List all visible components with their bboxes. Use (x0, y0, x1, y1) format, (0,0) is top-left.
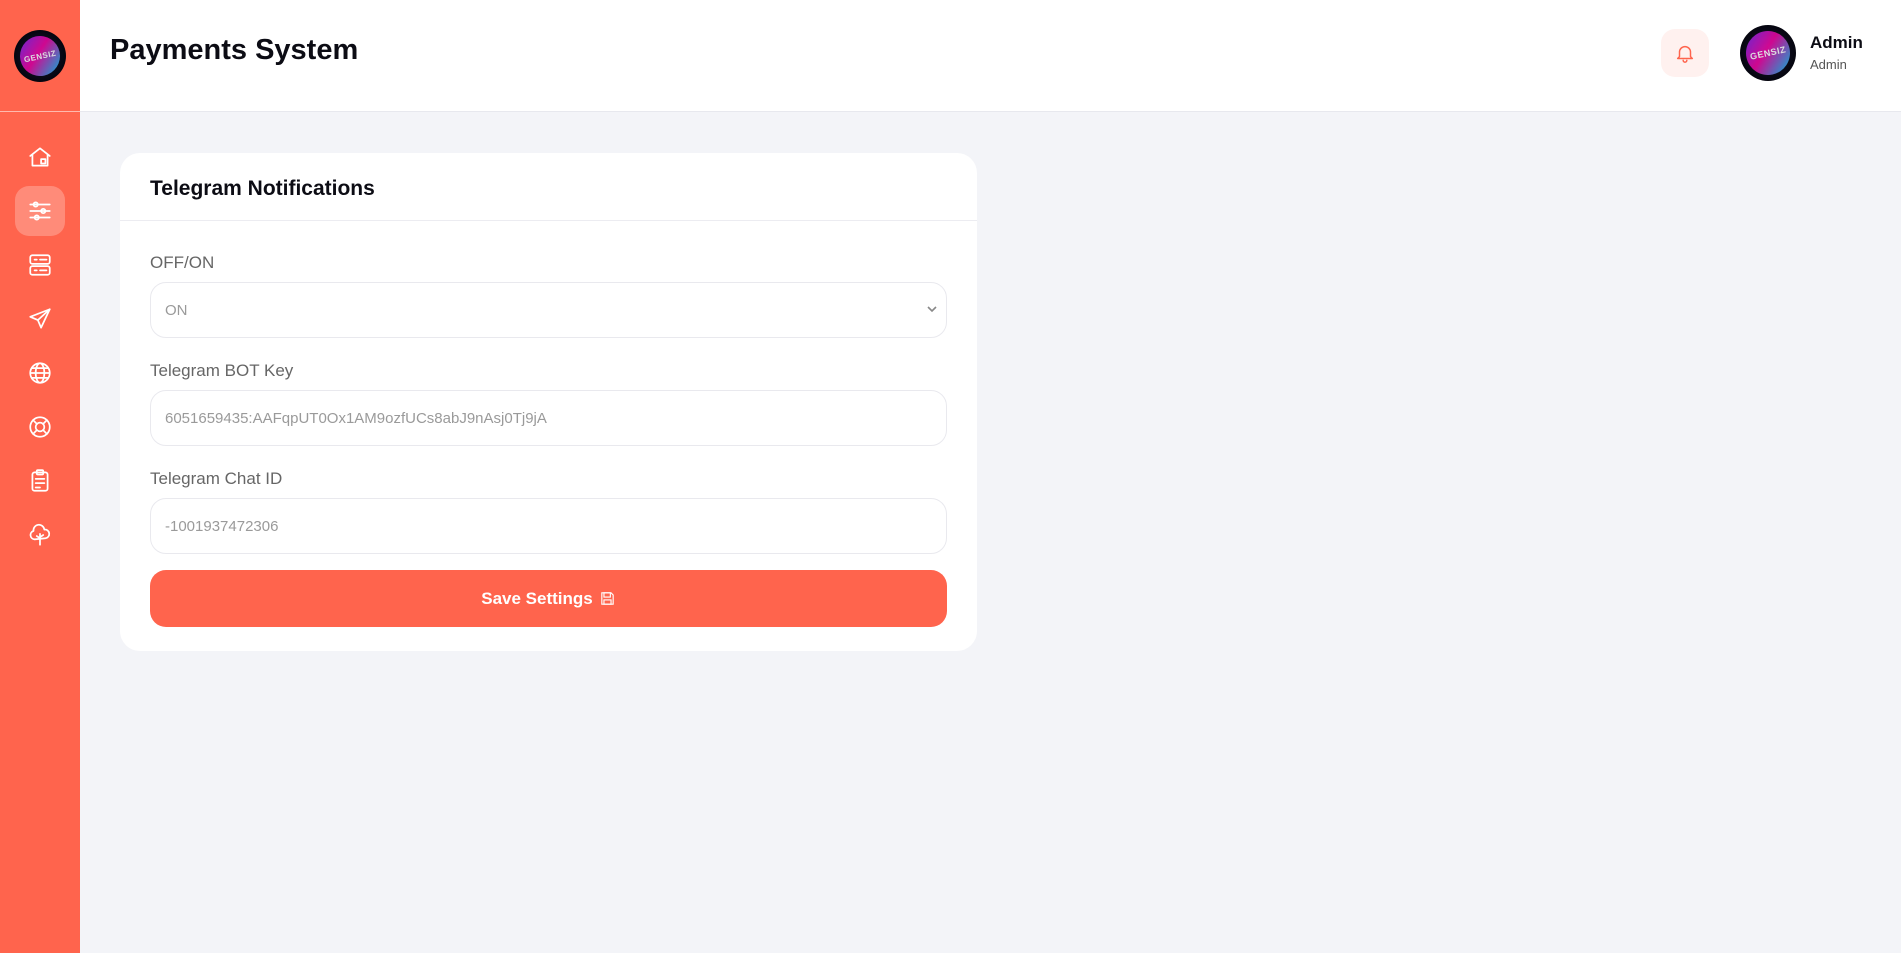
status-select-value: ON (165, 301, 188, 319)
sidebar-item-reports[interactable] (15, 456, 65, 506)
bot-key-label: Telegram BOT Key (150, 361, 294, 380)
server-icon (29, 254, 51, 276)
top-bar: Payments System GENSIZ Admin Admin (80, 0, 1901, 112)
logo[interactable]: GENSIZ (14, 29, 66, 82)
avatar-image: GENSIZ (1741, 26, 1795, 80)
user-role: Admin (1810, 57, 1847, 72)
status-select[interactable]: ON (150, 282, 947, 338)
sidebar-item-servers[interactable] (15, 240, 65, 290)
bell-icon (1676, 45, 1694, 63)
chat-id-label: Telegram Chat ID (150, 469, 283, 488)
avatar[interactable]: GENSIZ (1740, 25, 1796, 81)
card-title: Telegram Notifications (150, 177, 375, 200)
save-settings-label: Save Settings (481, 588, 593, 608)
telegram-settings-card: Telegram Notifications OFF/ON ON Telegra… (120, 153, 977, 651)
card-header: Telegram Notifications (120, 153, 977, 221)
page-title: Payments System (110, 34, 359, 66)
status-field: ON (150, 282, 947, 338)
chevron-down-icon (925, 302, 939, 316)
sidebar-item-tree[interactable] (15, 510, 65, 560)
send-icon (29, 308, 51, 329)
notifications-button[interactable] (1661, 29, 1709, 77)
logo-image: GENSIZ (16, 31, 64, 80)
sidebar-nav (0, 112, 80, 560)
user-name: Admin (1810, 33, 1863, 52)
card-body: OFF/ON ON Telegram BOT Key Telegram Chat… (120, 221, 977, 627)
floppy-disk-icon (601, 592, 614, 605)
tree-icon (29, 523, 51, 546)
bot-key-field (150, 390, 947, 446)
sidebar-item-settings[interactable] (15, 186, 65, 236)
chat-id-input[interactable] (150, 498, 947, 554)
bot-key-input[interactable] (150, 390, 947, 446)
home-icon (29, 147, 51, 167)
clipboard-icon (31, 469, 49, 492)
status-label: OFF/ON (150, 253, 215, 272)
sidebar-item-globe[interactable] (15, 348, 65, 398)
sliders-icon (29, 201, 51, 221)
sidebar-logo-area: GENSIZ (0, 0, 80, 112)
sidebar-item-send[interactable] (15, 294, 65, 344)
save-settings-button[interactable]: Save Settings (150, 570, 947, 627)
sidebar-item-home[interactable] (15, 132, 65, 182)
lifebuoy-icon (29, 416, 51, 438)
globe-icon (29, 362, 51, 384)
sidebar-item-support[interactable] (15, 402, 65, 452)
chat-id-field (150, 498, 947, 554)
sidebar: GENSIZ (0, 0, 80, 953)
